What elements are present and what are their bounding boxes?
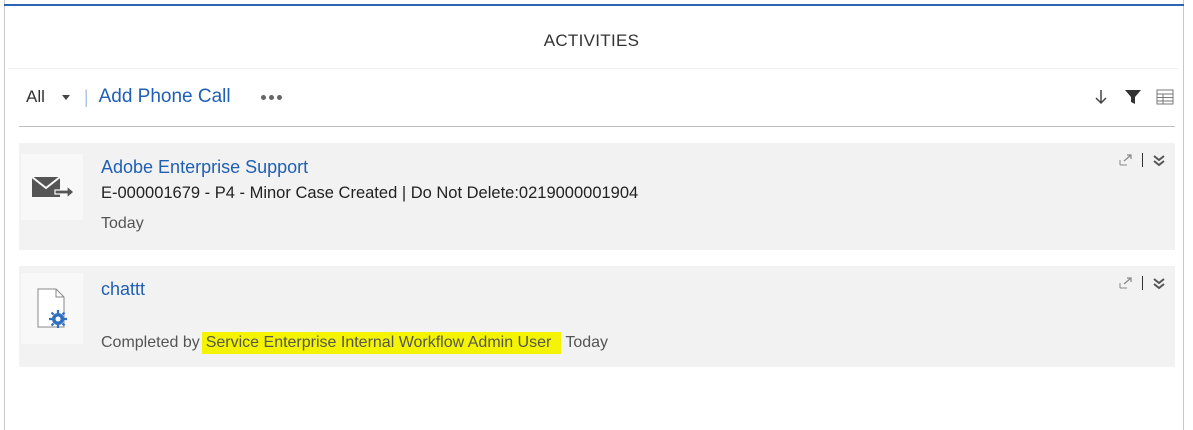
toolbar-underline — [19, 126, 1175, 127]
action-divider — [1142, 153, 1143, 167]
activities-toolbar: All | Add Phone Call — [19, 80, 1175, 114]
toolbar-right-actions — [1091, 87, 1175, 107]
panel-top-accent — [4, 4, 1184, 6]
panel-title: ACTIVITIES — [543, 31, 640, 50]
activity-card[interactable]: chattt Completed by Service Enterprise I… — [19, 266, 1175, 367]
more-dots-icon[interactable] — [260, 94, 282, 100]
activity-filter-dropdown[interactable]: All — [19, 87, 70, 107]
activity-date: Today — [565, 334, 609, 351]
toolbar-divider: | — [83, 86, 89, 107]
open-record-icon[interactable] — [1118, 275, 1134, 291]
completed-by-label: Completed by — [101, 334, 200, 351]
expand-chevron-icon[interactable] — [1151, 152, 1167, 168]
activity-title-link[interactable]: chattt — [101, 279, 145, 300]
filter-value: All — [26, 87, 45, 106]
activity-completion-line: Completed by Service Enterprise Internal… — [101, 332, 608, 354]
activity-subject: E-000001679 - P4 - Minor Case Created | … — [101, 184, 639, 202]
title-divider — [8, 68, 1178, 69]
activity-actions — [1118, 152, 1167, 168]
activity-card[interactable]: Adobe Enterprise Support E-000001679 - P… — [19, 143, 1175, 250]
activity-title-link[interactable]: Adobe Enterprise Support — [101, 157, 308, 178]
chevron-down-icon — [61, 94, 70, 100]
completed-by-user: Service Enterprise Internal Workflow Adm… — [201, 332, 562, 354]
sort-down-icon[interactable] — [1091, 87, 1111, 107]
activity-actions — [1118, 275, 1167, 291]
activity-date: Today — [101, 215, 144, 232]
email-forward-icon — [21, 154, 83, 220]
open-record-icon[interactable] — [1118, 152, 1134, 168]
add-phone-call-button[interactable]: Add Phone Call — [99, 86, 231, 108]
expand-chevron-icon[interactable] — [1151, 275, 1167, 291]
task-gear-document-icon — [21, 273, 83, 344]
filter-icon[interactable] — [1123, 87, 1143, 107]
grid-view-icon[interactable] — [1155, 87, 1175, 107]
action-divider — [1142, 276, 1143, 290]
